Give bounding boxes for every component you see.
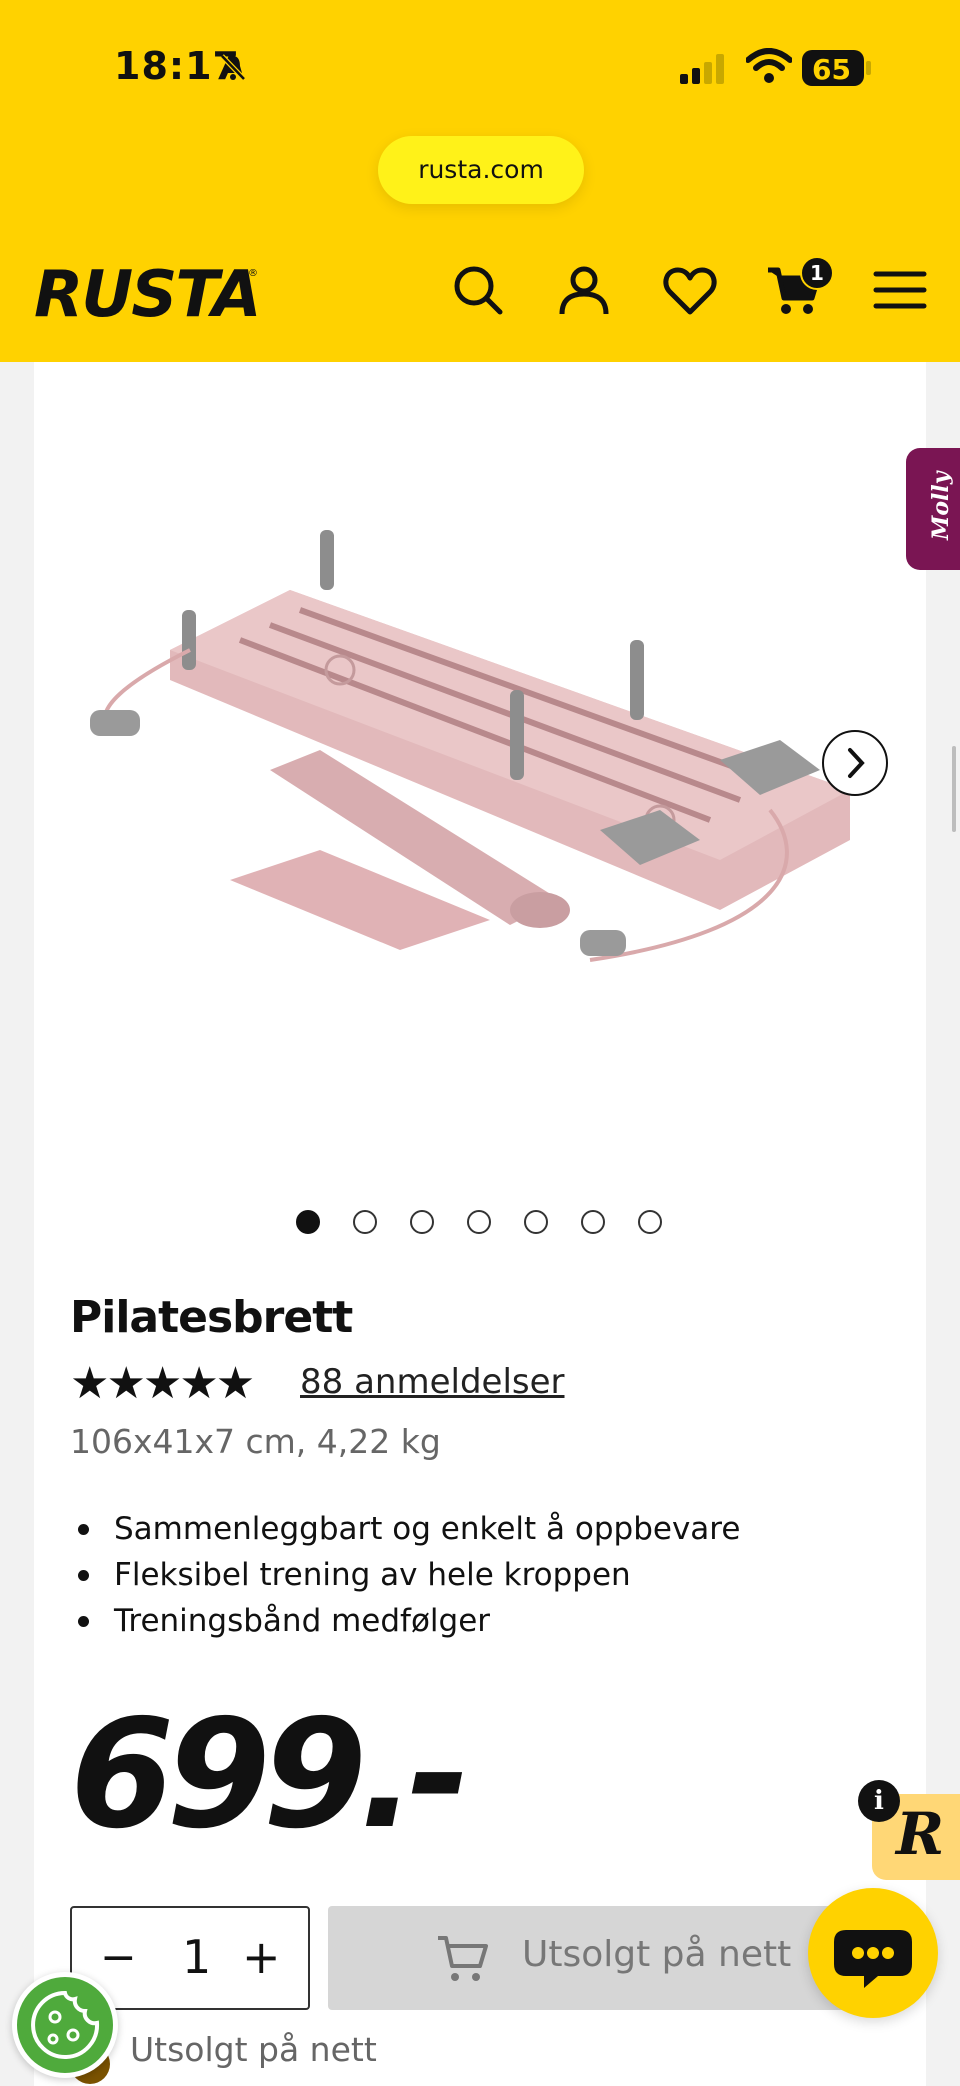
rusta-logo[interactable]: RUSTA (34, 258, 262, 332)
add-to-cart-label: Utsolgt på nett (522, 1934, 792, 1975)
reviews-link[interactable]: 88 anmeldelser (300, 1362, 565, 1402)
url-bar[interactable]: rusta.com (378, 136, 584, 204)
rating-stars: ★★★★★ (70, 1358, 255, 1409)
gallery-pagination (296, 1210, 662, 1234)
scrollbar[interactable] (952, 746, 956, 832)
gallery-next-button[interactable] (822, 730, 888, 796)
feature-list: Sammenleggbart og enkelt å oppbevare Fle… (70, 1506, 740, 1644)
molly-label: Molly (928, 471, 954, 540)
bell-muted-icon (220, 54, 246, 81)
gallery-dot[interactable] (296, 1210, 320, 1234)
battery-level: 65 (812, 53, 851, 86)
product-image[interactable] (70, 530, 870, 1030)
cookie-settings-button[interactable] (12, 1972, 118, 2078)
gallery-dot[interactable] (581, 1210, 605, 1234)
stock-status-text: Utsolgt på nett (130, 2030, 377, 2069)
info-icon[interactable]: i (858, 1780, 900, 1822)
gallery-dot[interactable] (467, 1210, 491, 1234)
cart-outline-icon (438, 1936, 488, 1981)
menu-icon[interactable] (872, 262, 928, 318)
header-bar: 18:17 65 rusta.com RUSTA ® 1 (0, 0, 960, 362)
feature-item: Treningsbånd medfølger (70, 1598, 740, 1644)
gallery-dot[interactable] (638, 1210, 662, 1234)
account-icon[interactable] (556, 262, 612, 318)
cookie-icon (31, 1990, 100, 2059)
add-to-cart-button[interactable]: Utsolgt på nett (328, 1906, 888, 2010)
quantity-value[interactable]: 1 (182, 1930, 211, 1984)
cart-count-badge: 1 (800, 256, 834, 290)
product-price: 699.- (70, 1688, 470, 1862)
registered-mark: ® (248, 268, 258, 279)
product-title: Pilatesbrett (70, 1292, 353, 1343)
quantity-increase-button[interactable]: + (242, 1930, 281, 1984)
wifi-icon (746, 48, 792, 83)
heart-icon[interactable] (662, 262, 718, 318)
search-icon[interactable] (450, 262, 506, 318)
signal-icon (680, 54, 724, 84)
gallery-dot[interactable] (353, 1210, 377, 1234)
rusta-club-label: R (896, 1800, 945, 1868)
quantity-decrease-button[interactable]: − (100, 1932, 137, 1983)
chat-bubble-icon (834, 1930, 912, 1988)
product-specs: 106x41x7 cm, 4,22 kg (70, 1422, 441, 1461)
chevron-right-icon (848, 748, 865, 778)
gallery-dot[interactable] (524, 1210, 548, 1234)
gallery-dot[interactable] (410, 1210, 434, 1234)
chat-button[interactable] (808, 1888, 938, 2018)
feature-item: Fleksibel trening av hele kroppen (70, 1552, 740, 1598)
feature-item: Sammenleggbart og enkelt å oppbevare (70, 1506, 740, 1552)
